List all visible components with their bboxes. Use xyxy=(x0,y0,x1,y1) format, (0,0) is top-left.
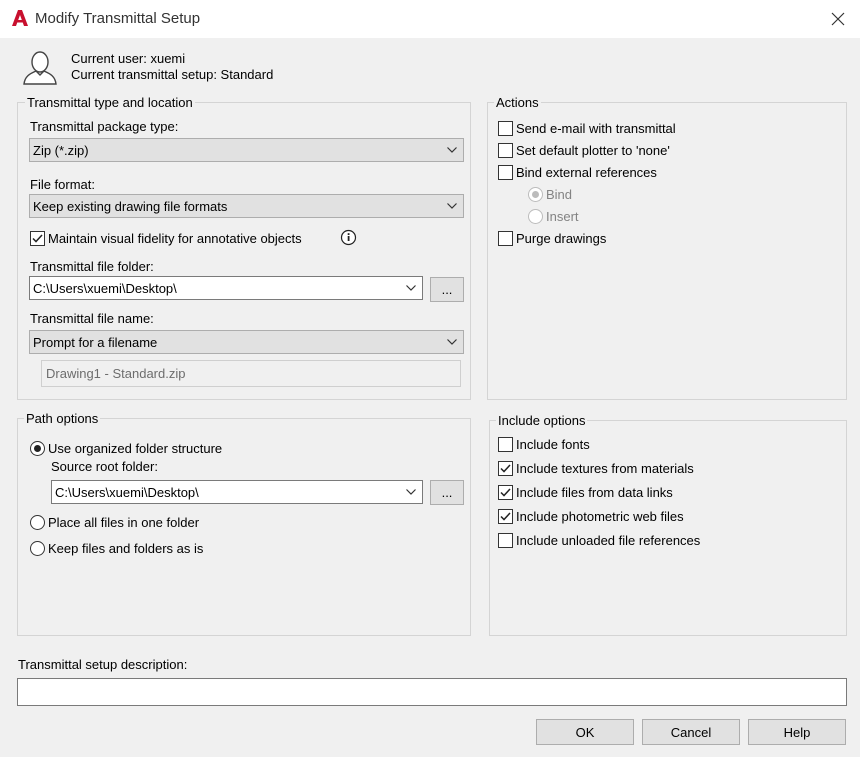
include-fonts-label: Include fonts xyxy=(516,437,590,452)
source-root-label: Source root folder: xyxy=(51,459,158,474)
fidelity-label: Maintain visual fidelity for annotative … xyxy=(48,231,302,246)
include-data-links-label: Include files from data links xyxy=(516,485,673,500)
chevron-down-icon xyxy=(441,147,463,153)
checkmark-icon xyxy=(500,488,511,497)
file-format-value: Keep existing drawing file formats xyxy=(33,198,228,214)
source-root-value: C:\Users\xuemi\Desktop\ xyxy=(55,484,199,500)
bind-radio[interactable] xyxy=(528,187,543,202)
close-button[interactable] xyxy=(820,4,856,34)
file-format-label: File format: xyxy=(30,177,96,192)
keep-as-is-label: Keep files and folders as is xyxy=(48,541,204,556)
source-root-combobox[interactable]: C:\Users\xuemi\Desktop\ xyxy=(51,480,423,504)
filename-label: Transmittal file name: xyxy=(30,311,154,326)
default-plotter-label: Set default plotter to 'none' xyxy=(516,143,670,158)
description-label: Transmittal setup description: xyxy=(18,657,188,672)
filename-value: Prompt for a filename xyxy=(33,334,158,350)
user-icon xyxy=(20,50,60,86)
current-setup-label: Current transmittal setup: Standard xyxy=(71,67,274,82)
one-folder-label: Place all files in one folder xyxy=(48,515,200,530)
checkmark-icon xyxy=(500,512,511,521)
keep-as-is-radio[interactable] xyxy=(30,541,45,556)
window-title: Modify Transmittal Setup xyxy=(35,10,201,27)
include-options-group-title: Include options xyxy=(496,413,588,428)
include-photometric-label: Include photometric web files xyxy=(516,509,684,524)
chevron-down-icon[interactable] xyxy=(400,489,422,495)
include-unloaded-refs-checkbox[interactable] xyxy=(498,533,513,548)
organized-folder-label: Use organized folder structure xyxy=(48,441,223,456)
ok-button[interactable]: OK xyxy=(536,719,634,745)
info-icon[interactable] xyxy=(340,229,357,246)
folder-value: C:\Users\xuemi\Desktop\ xyxy=(33,280,177,296)
folder-browse-button[interactable]: ... xyxy=(430,277,464,302)
chevron-down-icon xyxy=(441,339,463,345)
checkmark-icon xyxy=(32,234,43,243)
include-textures-checkbox[interactable] xyxy=(498,461,513,476)
current-user-label: Current user: xuemi xyxy=(71,51,186,66)
filename-preview-field: Drawing1 - Standard.zip xyxy=(41,360,461,387)
insert-radio[interactable] xyxy=(528,209,543,224)
bind-radio-label: Bind xyxy=(546,187,573,202)
send-email-label: Send e-mail with transmittal xyxy=(516,121,676,136)
organized-folder-radio[interactable] xyxy=(30,441,45,456)
chevron-down-icon[interactable] xyxy=(400,285,422,291)
cancel-button[interactable]: Cancel xyxy=(642,719,740,745)
checkmark-icon xyxy=(500,464,511,473)
package-type-dropdown[interactable]: Zip (*.zip) xyxy=(29,138,464,162)
autocad-logo-icon xyxy=(10,8,30,28)
package-type-label: Transmittal package type: xyxy=(30,119,179,134)
include-options-group xyxy=(489,420,847,636)
transmittal-type-group-title: Transmittal type and location xyxy=(25,95,195,110)
fidelity-checkbox[interactable] xyxy=(30,231,45,246)
chevron-down-icon xyxy=(441,203,463,209)
purge-checkbox[interactable] xyxy=(498,231,513,246)
help-button[interactable]: Help xyxy=(748,719,846,745)
include-photometric-checkbox[interactable] xyxy=(498,509,513,524)
source-root-browse-button[interactable]: ... xyxy=(430,480,464,505)
bind-xrefs-checkbox[interactable] xyxy=(498,165,513,180)
file-format-dropdown[interactable]: Keep existing drawing file formats xyxy=(29,194,464,218)
close-icon xyxy=(831,12,845,26)
package-type-value: Zip (*.zip) xyxy=(33,142,89,158)
include-data-links-checkbox[interactable] xyxy=(498,485,513,500)
path-options-group-title: Path options xyxy=(24,411,101,426)
filename-dropdown[interactable]: Prompt for a filename xyxy=(29,330,464,354)
purge-label: Purge drawings xyxy=(516,231,607,246)
folder-combobox[interactable]: C:\Users\xuemi\Desktop\ xyxy=(29,276,423,300)
folder-label: Transmittal file folder: xyxy=(30,259,154,274)
description-input[interactable] xyxy=(17,678,847,706)
actions-group-title: Actions xyxy=(494,95,541,110)
include-fonts-checkbox[interactable] xyxy=(498,437,513,452)
insert-radio-label: Insert xyxy=(546,209,579,224)
default-plotter-checkbox[interactable] xyxy=(498,143,513,158)
include-unloaded-refs-label: Include unloaded file references xyxy=(516,533,701,548)
bind-xrefs-label: Bind external references xyxy=(516,165,657,180)
send-email-checkbox[interactable] xyxy=(498,121,513,136)
include-textures-label: Include textures from materials xyxy=(516,461,694,476)
one-folder-radio[interactable] xyxy=(30,515,45,530)
